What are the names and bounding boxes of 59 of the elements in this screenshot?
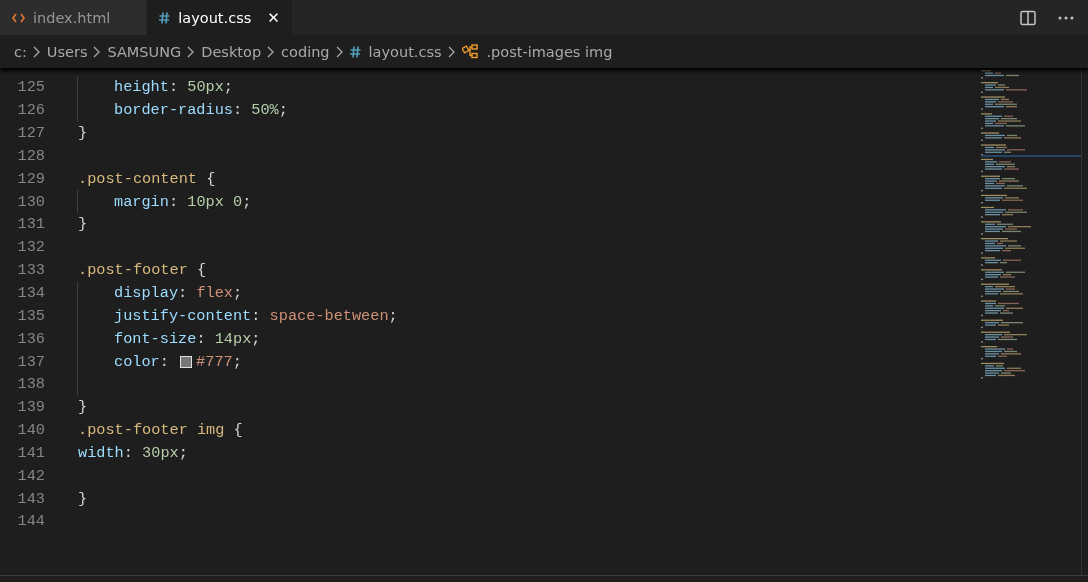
line-number: 139 [16, 398, 45, 417]
code-line: .post-content { [77, 168, 216, 190]
line-number: 142 [16, 466, 45, 485]
line-number: 127 [16, 124, 45, 143]
editor-tab[interactable]: layout.css ✕ [147, 0, 293, 35]
line-number: 144 [16, 512, 45, 531]
symbol-icon [461, 44, 479, 59]
code-line: .post-footer img { [77, 420, 243, 442]
breadcrumb-item[interactable]: layout.css [368, 43, 442, 60]
chevron-icon [186, 45, 196, 58]
code-line: } [77, 488, 88, 510]
color-swatch-icon[interactable] [180, 355, 193, 368]
line-number: 135 [16, 306, 45, 325]
line-number: 141 [16, 443, 45, 462]
code-line: height: 50px; [77, 76, 233, 99]
chevron-icon [92, 45, 102, 58]
line-number: 131 [16, 215, 45, 234]
code-line: border-radius: 50%; [77, 98, 288, 122]
line-number: 126 [16, 101, 45, 120]
code-brackets-icon [12, 12, 25, 23]
line-number: 138 [16, 375, 45, 394]
chevron-icon [446, 45, 456, 58]
breadcrumb-item[interactable]: c: [14, 43, 27, 60]
close-icon[interactable]: ✕ [259, 8, 280, 27]
line-number: 132 [16, 238, 45, 257]
code-line: } [77, 123, 88, 145]
line-number: 136 [16, 329, 45, 348]
breadcrumb-item[interactable]: SAMSUNG [107, 43, 182, 60]
code-line: } [77, 214, 88, 236]
line-number: 134 [16, 284, 45, 302]
chevron-icon [31, 45, 41, 58]
breadcrumb-item[interactable]: Users [46, 43, 88, 60]
code-line: } [77, 397, 88, 419]
line-number: 129 [16, 169, 45, 188]
code-line: width: 30px; [77, 442, 188, 464]
code-line: font-size: 14px; [77, 327, 261, 351]
chevron-icon [266, 45, 276, 58]
line-number: 143 [16, 489, 45, 508]
line-number: 128 [16, 146, 45, 165]
line-number: 133 [16, 261, 45, 280]
code-line: display: flex; [77, 281, 243, 305]
line-number: 125 [16, 78, 45, 97]
breadcrumb-item[interactable]: Desktop [201, 43, 262, 60]
code-line: .post-footer { [77, 260, 207, 282]
code-line: color: #777; [77, 350, 242, 373]
hash-icon [349, 45, 361, 58]
line-number: 140 [16, 421, 45, 440]
breadcrumb-item[interactable]: .post-images img [486, 43, 613, 60]
breadcrumb-item[interactable]: coding [281, 43, 330, 60]
more-icon[interactable] [1058, 15, 1074, 20]
split-editor-icon[interactable] [1020, 9, 1036, 26]
line-number: 137 [16, 352, 45, 371]
line-number: 130 [16, 192, 45, 211]
chevron-icon [334, 45, 344, 58]
editor-tab[interactable]: index.html [0, 0, 148, 35]
minimap[interactable] [981, 70, 1081, 380]
hash-icon [159, 11, 171, 24]
code-line: margin: 10px 0; [77, 190, 252, 214]
code-line: justify-content: space-between; [77, 304, 398, 328]
